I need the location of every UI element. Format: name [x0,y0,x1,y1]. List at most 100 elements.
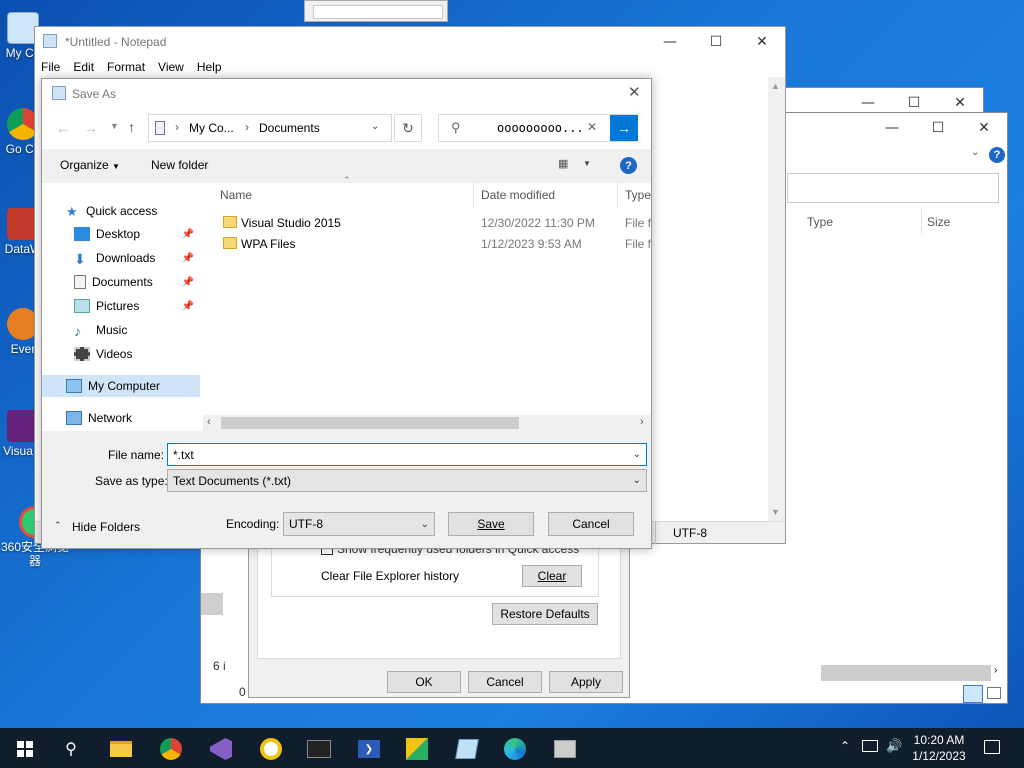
chevron-down-icon[interactable]: ⌄ [633,449,641,460]
clear-search-icon[interactable]: ✕ [587,120,597,134]
search-box[interactable]: ⚲ 𝚘𝚘𝚘𝚘𝚘𝚘𝚘𝚘𝚘... ✕ [438,114,638,142]
menu-file[interactable]: File [41,60,60,74]
clear-button[interactable]: Clear [522,565,582,587]
file-explorer-taskbar-icon[interactable] [108,736,134,762]
chevron-down-icon[interactable]: ⌄ [421,519,429,530]
app-taskbar-icon[interactable] [404,736,430,762]
breadcrumb-separator-icon: › [175,120,179,134]
network-icon[interactable] [862,740,878,752]
menu-view[interactable]: View [158,60,184,74]
remote-desktop-taskbar-icon[interactable] [552,736,578,762]
organize-button[interactable]: Organize ▼ [60,158,120,172]
cancel-button[interactable]: Cancel [548,512,634,536]
horizontal-scrollbar[interactable] [821,665,991,681]
chevron-up-icon[interactable]: ⌃ [54,520,62,531]
column-header-name[interactable]: Name [220,188,252,202]
close-icon[interactable]: ✕ [739,27,785,57]
column-header-date[interactable]: Date modified [481,188,555,202]
chevron-up-icon[interactable]: ⌃ [840,739,850,753]
horizontal-scrollbar[interactable]: ‹ › [203,415,651,431]
nav-quick-access[interactable]: ★ Quick access [42,200,200,222]
chevron-down-icon[interactable]: ⌄ [633,475,641,486]
close-icon[interactable]: ✕ [961,113,1007,143]
maximize-icon[interactable]: ☐ [693,27,739,57]
powershell-taskbar-icon[interactable]: ❯ [356,736,382,762]
nav-documents[interactable]: Documents 📌 [42,271,200,293]
nav-my-computer[interactable]: My Computer [42,375,200,397]
nav-desktop[interactable]: Desktop 📌 [42,223,200,245]
nav-downloads[interactable]: ⬇ Downloads 📌 [42,247,200,269]
file-name-input[interactable]: *.txt ⌄ [167,443,647,466]
nav-music[interactable]: ♪ Music [42,319,200,341]
start-button[interactable] [12,736,38,762]
file-row[interactable]: Visual Studio 2015 12/30/2022 11:30 PM F… [203,213,651,234]
cancel-button[interactable]: Cancel [468,671,542,693]
encoding-select[interactable]: UTF-8 ⌄ [283,512,435,536]
menu-format[interactable]: Format [107,60,145,74]
explorer-search-box[interactable] [787,173,999,203]
menu-help[interactable]: Help [197,60,222,74]
save-as-dialog[interactable]: Save As ✕ ← → ▼ ↑ › My Co... › Documents… [41,78,652,549]
scroll-up-icon[interactable]: ▲ [771,81,780,91]
column-header-type[interactable]: Type [807,215,833,229]
pin-icon: 📌 [181,276,194,288]
back-icon[interactable]: ← [56,120,70,136]
search-input[interactable]: 𝚘𝚘𝚘𝚘𝚘𝚘𝚘𝚘𝚘... [497,121,584,135]
recent-locations-icon[interactable]: ▼ [110,121,119,131]
new-folder-button[interactable]: New folder [151,158,208,172]
scroll-right-icon[interactable]: › [640,416,644,428]
visual-studio-taskbar-icon[interactable] [208,736,234,762]
forward-icon[interactable]: → [84,120,98,136]
notepad-taskbar-icon[interactable] [454,736,480,762]
file-row[interactable]: WPA Files 1/12/2023 9:53 AM File fo [203,234,651,255]
clock[interactable]: 10:20 AM 1/12/2023 [912,732,966,764]
scroll-left-icon[interactable]: ‹ [207,416,211,428]
hide-folders-button[interactable]: Hide Folders [72,520,140,534]
help-icon[interactable]: ? [989,147,1005,163]
scroll-down-icon[interactable]: ▼ [771,507,780,517]
refresh-icon[interactable]: ↻ [394,114,422,142]
maximize-icon[interactable]: ☐ [915,113,961,143]
terminal-taskbar-icon[interactable] [306,736,332,762]
search-go-icon[interactable]: → [610,115,638,141]
chevron-down-icon[interactable]: ⌄ [371,121,379,132]
details-view-icon[interactable] [963,685,983,703]
volume-icon[interactable]: 🔊 [886,738,902,754]
scrollbar-thumb[interactable] [221,417,519,429]
save-type-select[interactable]: Text Documents (*.txt) ⌄ [167,469,647,492]
nav-label: Desktop [96,227,141,241]
column-header-size[interactable]: Size [927,215,950,229]
file-name-label: File name: [108,448,165,462]
folder-options-dialog[interactable]: Show frequently used folders in Quick ac… [248,530,630,698]
search-icon[interactable]: ⚲ [58,736,84,762]
edge-taskbar-icon[interactable] [502,736,528,762]
minimize-icon[interactable]: — [647,27,693,57]
chrome-taskbar-icon[interactable] [158,736,184,762]
chevron-down-icon[interactable]: ⌄ [971,147,979,158]
background-window-strip[interactable] [304,0,448,22]
minimize-icon[interactable]: — [869,113,915,143]
large-icons-view-icon[interactable] [987,687,1001,699]
notification-icon[interactable] [984,740,1000,754]
address-bar[interactable]: › My Co... › Documents ⌄ [148,114,392,142]
breadcrumb-my-computer[interactable]: My Co... [189,121,234,135]
menu-edit[interactable]: Edit [73,60,94,74]
up-icon[interactable]: ↑ [128,119,135,135]
nav-network[interactable]: Network [42,407,200,429]
save-button[interactable]: Save [448,512,534,536]
scroll-right-icon[interactable]: › [994,665,997,676]
breadcrumb-documents[interactable]: Documents [259,121,320,135]
close-icon[interactable]: ✕ [628,83,641,101]
ok-button[interactable]: OK [387,671,461,693]
nav-videos[interactable]: Videos [42,343,200,365]
nav-pictures[interactable]: Pictures 📌 [42,295,200,317]
restore-defaults-button[interactable]: Restore Defaults [492,603,598,625]
view-dropdown-icon[interactable]: ▼ [583,159,591,168]
help-icon[interactable]: ? [620,157,637,174]
column-header-type[interactable]: Type [625,188,651,202]
notepad-vertical-scrollbar[interactable]: ▲ ▼ [768,77,785,521]
change-view-icon[interactable]: ▦ [558,157,568,170]
ok-label: OK [415,675,433,689]
apply-button[interactable]: Apply [549,671,623,693]
360-browser-taskbar-icon[interactable] [258,736,284,762]
